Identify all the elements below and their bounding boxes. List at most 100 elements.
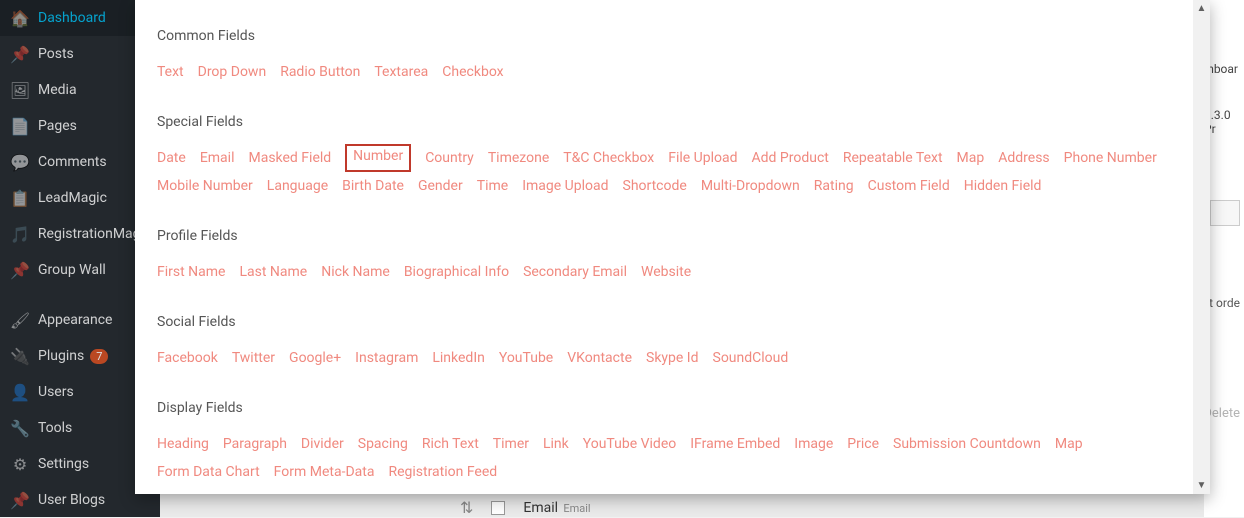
- field-type-submission-countdown[interactable]: Submission Countdown: [893, 430, 1041, 458]
- field-type-instagram[interactable]: Instagram: [355, 344, 418, 372]
- field-type-image-upload[interactable]: Image Upload: [522, 172, 608, 200]
- sidebar-item-label: Media: [38, 82, 77, 98]
- field-type-twitter[interactable]: Twitter: [232, 344, 275, 372]
- section-title: Common Fields: [157, 28, 1188, 44]
- field-type-price[interactable]: Price: [847, 430, 879, 458]
- sidebar-item-label: User Blogs: [38, 492, 105, 508]
- field-type-checkbox[interactable]: Checkbox: [442, 58, 503, 86]
- field-type-google-[interactable]: Google+: [289, 344, 341, 372]
- field-row: ⇅ Email Email: [460, 498, 591, 517]
- field-type-youtube-video[interactable]: YouTube Video: [583, 430, 676, 458]
- field-type-rating[interactable]: Rating: [814, 172, 854, 200]
- sidebar-item-label: Group Wall: [38, 262, 106, 278]
- section-title: Profile Fields: [157, 228, 1188, 244]
- modal-body: Common Fields Text Drop Down Radio Button Te…: [135, 0, 1210, 494]
- field-type-rich-text[interactable]: Rich Text: [422, 430, 479, 458]
- field-link-group: Heading Paragraph Divider Spacing Rich Text T…: [157, 430, 1188, 486]
- field-type-custom-field[interactable]: Custom Field: [868, 172, 950, 200]
- field-type-text[interactable]: Text: [157, 58, 184, 86]
- partial-text: hboar: [1207, 62, 1238, 76]
- field-type-paragraph[interactable]: Paragraph: [223, 430, 287, 458]
- field-type-link[interactable]: Link: [543, 430, 569, 458]
- field-type-mobile-number[interactable]: Mobile Number: [157, 172, 253, 200]
- field-type-time[interactable]: Time: [477, 172, 508, 200]
- field-row-type: Email: [563, 502, 590, 515]
- partial-sort-label: rt orde: [1205, 296, 1240, 310]
- field-link-group: First Name Last Name Nick Name Biographical…: [157, 258, 1188, 286]
- appearance-icon: 🖌: [10, 310, 30, 330]
- field-type-hidden-field[interactable]: Hidden Field: [964, 172, 1042, 200]
- registrationmagic-icon: 🎵: [10, 224, 30, 244]
- users-icon: 👤: [10, 382, 30, 402]
- dashboard-icon: 🏠: [10, 8, 30, 28]
- field-type-secondary-email[interactable]: Secondary Email: [523, 258, 627, 286]
- field-type-timer[interactable]: Timer: [493, 430, 529, 458]
- field-type-first-name[interactable]: First Name: [157, 258, 225, 286]
- row-checkbox[interactable]: [491, 501, 505, 515]
- sidebar-item-label: Appearance: [38, 312, 112, 328]
- leadmagic-icon: 📋: [10, 188, 30, 208]
- field-type-country[interactable]: Country: [425, 144, 474, 172]
- field-link-group: Facebook Twitter Google+ Instagram LinkedIn Y…: [157, 344, 1188, 372]
- partial-button[interactable]: [1210, 200, 1240, 226]
- field-type-textarea[interactable]: Textarea: [374, 58, 428, 86]
- settings-icon: ⚙: [10, 454, 30, 474]
- field-type-biographical-info[interactable]: Biographical Info: [404, 258, 509, 286]
- field-type-masked-field[interactable]: Masked Field: [248, 144, 331, 172]
- field-type-youtube[interactable]: YouTube: [499, 344, 553, 372]
- field-type-heading[interactable]: Heading: [157, 430, 209, 458]
- comments-icon: 💬: [10, 152, 30, 172]
- field-type-nick-name[interactable]: Nick Name: [321, 258, 390, 286]
- field-type-image[interactable]: Image: [794, 430, 833, 458]
- sidebar-item-label: Users: [38, 384, 74, 400]
- field-type-t-c-checkbox[interactable]: T&C Checkbox: [563, 144, 654, 172]
- field-type-facebook[interactable]: Facebook: [157, 344, 218, 372]
- field-type-last-name[interactable]: Last Name: [239, 258, 307, 286]
- field-type-divider[interactable]: Divider: [301, 430, 344, 458]
- scrollbar[interactable]: ▲ ▼: [1193, 0, 1210, 494]
- field-row-name[interactable]: Email: [523, 500, 558, 516]
- field-type-drop-down[interactable]: Drop Down: [198, 58, 267, 86]
- field-type-number[interactable]: Number: [345, 144, 411, 172]
- sidebar-item-label: Comments: [38, 154, 107, 170]
- field-type-registration-feed[interactable]: Registration Feed: [388, 458, 497, 486]
- scroll-up-icon[interactable]: ▲: [1193, 0, 1210, 17]
- sidebar-item-label: Settings: [38, 456, 89, 472]
- section-title: Social Fields: [157, 314, 1188, 330]
- field-type-radio-button[interactable]: Radio Button: [280, 58, 360, 86]
- tools-icon: 🔧: [10, 418, 30, 438]
- field-type-map[interactable]: Map: [957, 144, 985, 172]
- drag-handle-icon[interactable]: ⇅: [460, 498, 473, 517]
- field-type-shortcode[interactable]: Shortcode: [623, 172, 687, 200]
- field-type-website[interactable]: Website: [641, 258, 691, 286]
- plugins-icon: 🔌: [10, 346, 30, 366]
- field-type-gender[interactable]: Gender: [418, 172, 463, 200]
- field-type-soundcloud[interactable]: SoundCloud: [713, 344, 789, 372]
- field-type-repeatable-text[interactable]: Repeatable Text: [843, 144, 943, 172]
- update-count-badge: 7: [90, 349, 108, 364]
- field-type-form-data-chart[interactable]: Form Data Chart: [157, 458, 260, 486]
- field-type-spacing[interactable]: Spacing: [358, 430, 408, 458]
- field-type-timezone[interactable]: Timezone: [488, 144, 549, 172]
- field-link-group: Date Email Masked Field Number Country Timezo…: [157, 144, 1188, 200]
- field-type-phone-number[interactable]: Phone Number: [1064, 144, 1157, 172]
- field-type-add-product[interactable]: Add Product: [752, 144, 829, 172]
- field-type-address[interactable]: Address: [998, 144, 1049, 172]
- field-type-linkedin[interactable]: LinkedIn: [432, 344, 485, 372]
- field-picker-modal: Common Fields Text Drop Down Radio Button Te…: [135, 0, 1210, 494]
- field-type-map[interactable]: Map: [1055, 430, 1083, 458]
- posts-icon: 📌: [10, 44, 30, 64]
- field-type-language[interactable]: Language: [267, 172, 328, 200]
- field-type-vkontacte[interactable]: VKontacte: [567, 344, 632, 372]
- field-type-multi-dropdown[interactable]: Multi-Dropdown: [701, 172, 800, 200]
- field-type-skype-id[interactable]: Skype Id: [646, 344, 699, 372]
- field-type-email[interactable]: Email: [200, 144, 235, 172]
- sidebar-item-label: Pages: [38, 118, 77, 134]
- field-type-iframe-embed[interactable]: IFrame Embed: [690, 430, 780, 458]
- field-type-file-upload[interactable]: File Upload: [668, 144, 737, 172]
- scroll-down-icon[interactable]: ▼: [1193, 477, 1210, 494]
- field-type-form-meta-data[interactable]: Form Meta-Data: [274, 458, 375, 486]
- field-type-date[interactable]: Date: [157, 144, 186, 172]
- user-blogs-icon: 📌: [10, 490, 30, 510]
- field-type-birth-date[interactable]: Birth Date: [342, 172, 404, 200]
